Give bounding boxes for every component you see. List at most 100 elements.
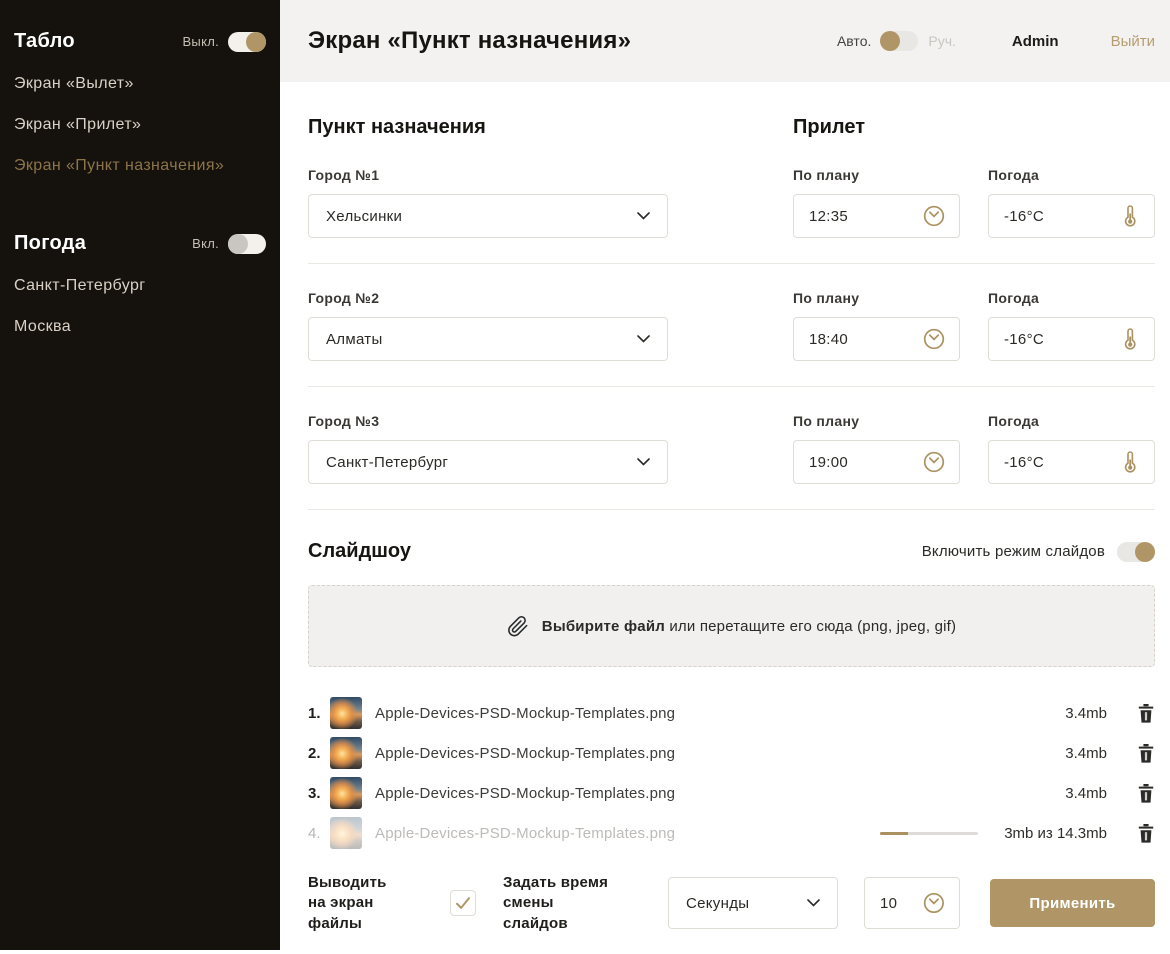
chevron-down-icon	[637, 458, 650, 466]
page-title: Экран «Пункт назначения»	[308, 27, 837, 55]
top-header: Экран «Пункт назначения» Авто. Руч. Admi…	[280, 0, 1170, 82]
sidebar-item-departure-screen[interactable]: Экран «Вылет»	[14, 63, 266, 104]
manual-mode-label: Руч.	[928, 33, 956, 49]
footer-controls: Выводить на экран файлы Задать время сме…	[308, 873, 1155, 934]
slideshow-header: Слайдшоу Включить режим слайдов	[308, 540, 1155, 563]
file-thumbnail	[330, 777, 362, 809]
apply-button[interactable]: Применить	[990, 879, 1155, 927]
weather-power-toggle[interactable]	[228, 234, 266, 254]
board-toggle-label: Выкл.	[182, 34, 219, 49]
plan3-label: По плану	[793, 413, 960, 429]
sidebar-weather-title: Погода	[14, 232, 86, 255]
trash-icon	[1138, 824, 1154, 843]
interval-input[interactable]	[880, 895, 922, 912]
clock-icon	[922, 450, 946, 474]
delete-file-button[interactable]	[1137, 823, 1155, 843]
dropzone-text-rest: или перетащите его сюда (png, jpeg, gif)	[665, 618, 956, 635]
show-files-label-line1: Выводить	[308, 874, 387, 891]
city2-label: Город №2	[308, 290, 668, 306]
auto-manual-toggle[interactable]	[880, 31, 918, 51]
toggle-knob	[1135, 542, 1155, 562]
file-index: 2.	[308, 745, 330, 762]
sidebar: Табло Выкл. Экран «Вылет» Экран «Прилет»…	[0, 0, 280, 950]
file-row: 1. Apple-Devices-PSD-Mockup-Templates.pn…	[308, 693, 1155, 733]
sidebar-spacer	[14, 186, 266, 224]
slideshow-mode-toggle[interactable]	[1117, 542, 1155, 562]
delete-file-button[interactable]	[1137, 743, 1155, 763]
time-unit-select[interactable]: Секунды	[668, 877, 838, 929]
file-size: 3.4mb	[1065, 705, 1107, 722]
city-row-1: Город №1 Хельсинки По плану Погода	[308, 167, 1155, 238]
file-size: 3.4mb	[1065, 745, 1107, 762]
board-power-toggle[interactable]	[228, 32, 266, 52]
file-upload-size: 3mb из 14.3mb	[1004, 825, 1107, 842]
city3-label: Город №3	[308, 413, 668, 429]
plan1-input-box	[793, 194, 960, 238]
city2-select-value: Алматы	[326, 331, 383, 348]
file-index: 1.	[308, 705, 330, 722]
trash-icon	[1138, 784, 1154, 803]
weather-toggle-label: Вкл.	[192, 236, 219, 251]
file-thumbnail	[330, 817, 362, 849]
weather3-input-box	[988, 440, 1155, 484]
weather3-label: Погода	[988, 413, 1155, 429]
weather2-label: Погода	[988, 290, 1155, 306]
destination-heading: Пункт назначения	[308, 116, 793, 139]
plan1-label: По плану	[793, 167, 960, 183]
upload-progress-bar	[880, 832, 978, 835]
sidebar-board-title: Табло	[14, 30, 75, 53]
dropzone-text-bold: Выбирите файл	[542, 618, 665, 635]
sidebar-section-board-header: Табло Выкл.	[14, 30, 266, 53]
show-files-checkbox[interactable]	[450, 890, 476, 916]
sidebar-item-destination-screen[interactable]: Экран «Пункт назначения»	[14, 145, 266, 186]
file-thumbnail	[330, 737, 362, 769]
city-row-2: Город №2 Алматы По плану Погода	[308, 290, 1155, 361]
city1-select-value: Хельсинки	[326, 208, 402, 225]
city3-select-value: Санкт-Петербург	[326, 454, 448, 471]
divider	[308, 509, 1155, 510]
clock-icon	[922, 204, 946, 228]
plan2-input-box	[793, 317, 960, 361]
file-dropzone[interactable]: Выбирите файл или перетащите его сюда (p…	[308, 585, 1155, 667]
sidebar-item-moscow[interactable]: Москва	[14, 306, 266, 347]
plan2-input[interactable]	[809, 331, 905, 348]
file-row-uploading: 4. Apple-Devices-PSD-Mockup-Templates.pn…	[308, 813, 1155, 853]
city1-select[interactable]: Хельсинки	[308, 194, 668, 238]
city2-select[interactable]: Алматы	[308, 317, 668, 361]
time-unit-value: Секунды	[686, 895, 749, 912]
chevron-down-icon	[637, 335, 650, 343]
weather2-input[interactable]	[1004, 331, 1100, 348]
plan3-input[interactable]	[809, 454, 905, 471]
toggle-knob	[880, 31, 900, 51]
weather3-input[interactable]	[1004, 454, 1100, 471]
interval-label-line1: Задать время смены	[503, 874, 608, 911]
delete-file-button[interactable]	[1137, 783, 1155, 803]
sidebar-item-arrival-screen[interactable]: Экран «Прилет»	[14, 104, 266, 145]
delete-file-button[interactable]	[1137, 703, 1155, 723]
file-size: 3.4mb	[1065, 785, 1107, 802]
thermometer-icon	[1119, 450, 1141, 474]
weather1-input-box	[988, 194, 1155, 238]
sidebar-item-spb[interactable]: Санкт-Петербург	[14, 265, 266, 306]
slideshow-toggle-label: Включить режим слайдов	[922, 543, 1105, 560]
file-list: 1. Apple-Devices-PSD-Mockup-Templates.pn…	[308, 693, 1155, 853]
plan1-input[interactable]	[809, 208, 905, 225]
sidebar-section-weather-header: Погода Вкл.	[14, 232, 266, 255]
weather1-input[interactable]	[1004, 208, 1100, 225]
city3-select[interactable]: Санкт-Петербург	[308, 440, 668, 484]
logout-link[interactable]: Выйти	[1111, 33, 1155, 50]
city-row-3: Город №3 Санкт-Петербург По плану Погода	[308, 413, 1155, 484]
clock-icon	[922, 327, 946, 351]
upload-progress-fill	[880, 832, 907, 835]
thermometer-icon	[1119, 327, 1141, 351]
checkmark-icon	[454, 895, 472, 911]
paperclip-icon	[507, 615, 529, 638]
interval-label-line2: слайдов	[503, 915, 568, 932]
divider	[308, 386, 1155, 387]
user-name: Admin	[1012, 33, 1059, 50]
file-index: 3.	[308, 785, 330, 802]
plan2-label: По плану	[793, 290, 960, 306]
main-area: Экран «Пункт назначения» Авто. Руч. Admi…	[280, 0, 1170, 950]
clock-icon	[922, 890, 946, 916]
weather1-label: Погода	[988, 167, 1155, 183]
